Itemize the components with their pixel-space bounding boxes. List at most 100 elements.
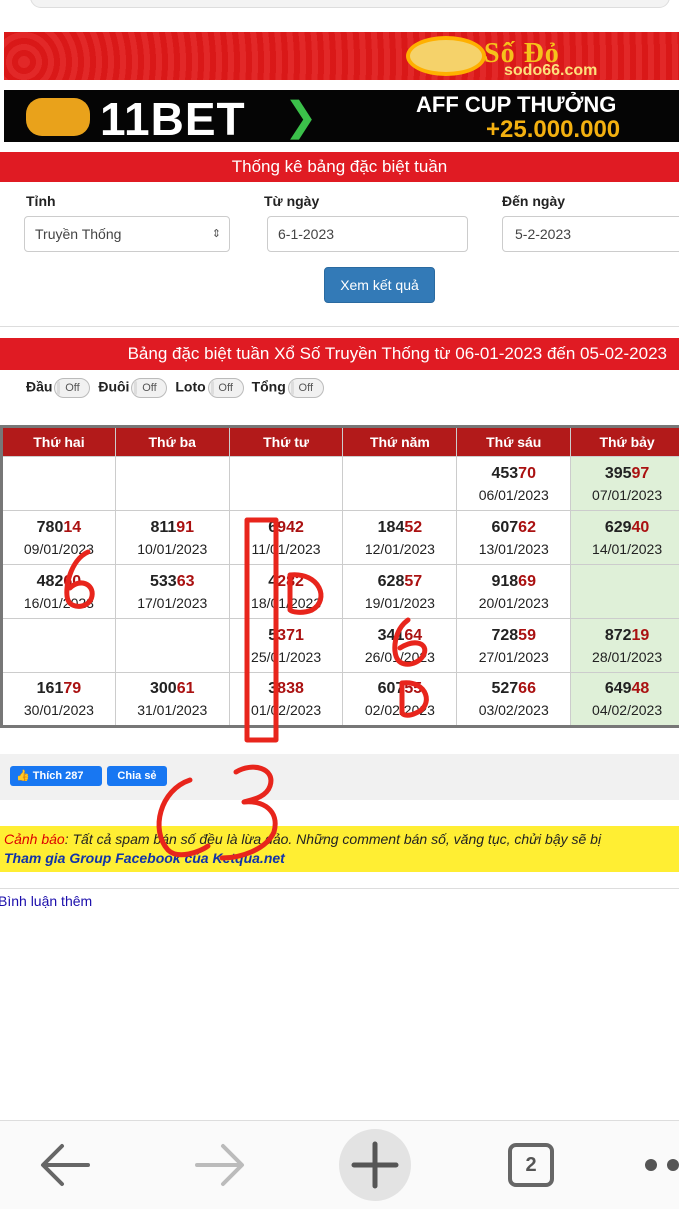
toggle-loto[interactable]: Off — [207, 378, 244, 398]
stats-title-bar: Thống kê bảng đặc biệt tuần — [0, 152, 679, 182]
result-date: 25/01/2023 — [251, 648, 322, 665]
number-tail: 942 — [277, 518, 304, 536]
number-head: 453 — [491, 464, 519, 482]
table-body: 45370 06/01/2023 39597 07/01/2023 78014 09/01… — [1, 456, 679, 727]
result-cell: 64948 04/02/2023 — [570, 672, 679, 727]
result-date: 16/01/2023 — [23, 594, 94, 611]
number-head: 5 — [268, 626, 278, 644]
result-cell: 62857 19/01/2023 — [342, 564, 458, 619]
province-label: Tỉnh — [26, 193, 56, 209]
number-head: 4 — [268, 572, 278, 590]
address-bar[interactable] — [30, 0, 670, 8]
view-results-button[interactable]: Xem kết quả — [324, 267, 435, 303]
chevron-right-icon: ❯ — [284, 95, 318, 139]
warning-prefix: Cảnh báo — [4, 831, 65, 847]
number-tail: 59 — [518, 626, 536, 644]
result-cell: 30061 31/01/2023 — [114, 672, 230, 727]
result-date: 04/02/2023 — [592, 702, 663, 718]
result-number: 81191 — [116, 517, 229, 539]
select-updown-icon: ⇕ — [211, 228, 221, 240]
more-comments-link[interactable]: Bình luận thêm — [0, 893, 92, 909]
result-number: 62857 — [343, 571, 456, 593]
number-head: 780 — [36, 518, 64, 536]
facebook-group-link[interactable]: Tham gia Group Facebook của Ketqua.net — [4, 850, 679, 866]
toggle-label-dau: Đầu — [26, 378, 53, 395]
result-date: 31/01/2023 — [137, 702, 208, 718]
toggle-dau[interactable]: Off — [54, 378, 91, 398]
fb-like-button[interactable]: 👍 Thích 287 — [10, 766, 102, 786]
table-row: 16179 30/01/2023 30061 31/01/2023 3838 01/02/… — [1, 672, 679, 727]
to-date-input[interactable]: 5-2-2023 — [502, 216, 679, 252]
col-saturday: Thứ bảy — [570, 426, 679, 457]
col-tuesday: Thứ ba — [114, 426, 230, 457]
sodo-ad-banner[interactable]: Số Đỏ sodo66.com — [4, 32, 679, 80]
toggle-label-loto: Loto — [175, 378, 206, 395]
promo-line-1: AFF CUP THƯỞNG — [416, 92, 617, 117]
number-head: 918 — [491, 572, 519, 590]
province-value: Truyền Thống — [35, 226, 122, 242]
result-number: 52766 — [457, 678, 570, 700]
social-bar: 👍 Thích 287 Chia sẻ — [0, 754, 679, 800]
forward-arrow-icon[interactable] — [193, 1142, 247, 1188]
number-tail: 40 — [631, 518, 650, 536]
result-cell: 91869 20/01/2023 — [456, 564, 572, 619]
warning-box: Cảnh báo: Tất cả spam bán số đều là lừa … — [0, 826, 679, 872]
number-head: 533 — [149, 572, 177, 590]
number-head: 341 — [377, 626, 405, 644]
11bet-ad-banner[interactable]: 11BET ❯ AFF CUP THƯỞNG +25.000.000 — [4, 90, 679, 142]
number-tail: 371 — [277, 626, 304, 644]
result-date: 09/01/2023 — [23, 540, 94, 557]
result-cell: 78014 09/01/2023 — [1, 510, 116, 565]
result-number: 39597 — [571, 463, 679, 485]
back-arrow-icon[interactable] — [38, 1142, 92, 1188]
result-date: 18/01/2023 — [251, 594, 322, 611]
number-tail: 57 — [404, 572, 423, 590]
province-select[interactable]: Truyền Thống ⇕ — [24, 216, 230, 252]
result-date: 19/01/2023 — [364, 594, 435, 611]
col-monday: Thứ hai — [1, 426, 116, 457]
number-head: 3 — [268, 680, 278, 697]
from-date-input[interactable]: 6-1-2023 — [267, 216, 468, 252]
number-tail: 52 — [404, 518, 423, 536]
from-date-value: 6-1-2023 — [278, 226, 335, 242]
tab-count-button[interactable]: 2 — [508, 1143, 554, 1187]
number-head: 649 — [604, 680, 632, 697]
toggle-duoi[interactable]: Off — [131, 378, 168, 398]
warning-text: : Tất cả spam bán số đều là lừa đảo. Nhữ… — [64, 831, 602, 847]
result-number: 30061 — [116, 678, 229, 700]
browser-top-strip — [0, 0, 679, 30]
number-head: 482 — [36, 572, 64, 590]
result-cell: 53363 17/01/2023 — [114, 564, 230, 619]
number-tail: 79 — [63, 680, 82, 697]
number-head: 607 — [491, 518, 519, 536]
result-cell — [114, 456, 230, 511]
number-tail: 282 — [277, 572, 304, 590]
table-row: 48260 16/01/2023 53363 17/01/2023 4282 18/01/… — [1, 564, 679, 619]
toggle-tong[interactable]: Off — [287, 378, 324, 398]
sodo-domain: sodo66.com — [504, 62, 598, 79]
divider — [0, 326, 679, 327]
result-cell: 45370 06/01/2023 — [456, 456, 572, 511]
result-cell: 3838 01/02/2023 — [228, 672, 344, 727]
result-date: 14/01/2023 — [592, 540, 663, 557]
number-tail: 70 — [518, 464, 536, 482]
toggle-label-tong: Tổng — [251, 378, 286, 395]
result-number: 60762 — [457, 517, 570, 539]
result-date: 26/01/2023 — [364, 648, 435, 665]
result-cell — [342, 456, 458, 511]
new-tab-plus-icon[interactable] — [338, 1128, 412, 1202]
number-head: 872 — [604, 626, 632, 644]
result-number: 5371 — [230, 625, 343, 647]
result-cell: 16179 30/01/2023 — [1, 672, 116, 727]
to-date-value: 5-2-2023 — [515, 226, 572, 242]
fb-share-button[interactable]: Chia sẻ — [107, 766, 167, 786]
result-cell: 52766 03/02/2023 — [456, 672, 572, 727]
more-dots-icon[interactable] — [642, 1150, 679, 1180]
from-date-label: Từ ngày — [264, 193, 320, 209]
like-label: Thích 287 — [32, 770, 84, 782]
result-cell: 6942 11/01/2023 — [228, 510, 344, 565]
result-cell: 62940 14/01/2023 — [570, 510, 679, 565]
thumbs-up-icon: 👍 — [16, 770, 30, 782]
number-tail: 62 — [518, 518, 536, 536]
result-cell — [1, 618, 116, 673]
